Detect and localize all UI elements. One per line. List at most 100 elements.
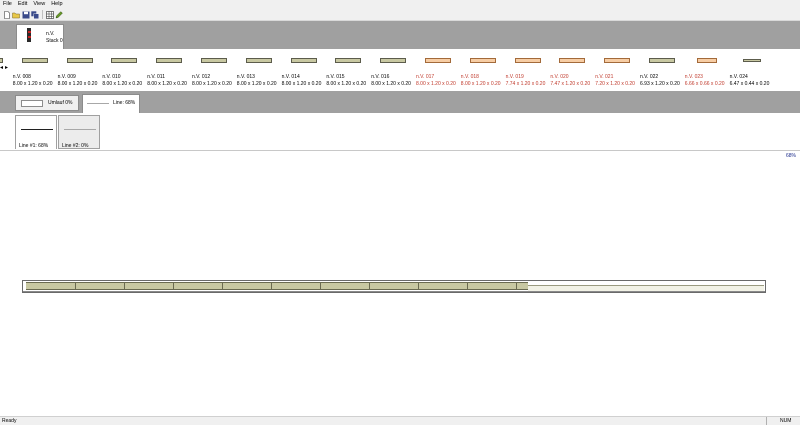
- rail-piece-divider: [271, 283, 272, 289]
- menu-help[interactable]: Help: [48, 0, 65, 9]
- part-thumbnail: [696, 58, 717, 63]
- part-item[interactable]: n.V. 009 8.00 x 1.20 x 0.20: [58, 49, 103, 91]
- part-name: n.V. 009: [57, 74, 76, 80]
- part-item[interactable]: n.V. 011 8.00 x 1.20 x 0.20: [147, 49, 192, 91]
- part-thumbnail: [649, 58, 675, 63]
- part-item[interactable]: n.V. 021 7.20 x 1.20 x 0.20: [595, 49, 640, 91]
- part-dimensions: 6.66 x 0.66 x 0.20: [684, 81, 725, 87]
- part-thumbnail: [425, 58, 451, 63]
- part-dimensions: 8.00 x 1.20 x 0.20: [460, 81, 501, 87]
- rail-piece-divider: [467, 283, 468, 289]
- part-dimensions: 8.00 x 1.20 x 0.20: [281, 81, 322, 87]
- part-item[interactable]: n.V. 012 8.00 x 1.20 x 0.20: [192, 49, 237, 91]
- part-thumbnail: [514, 58, 541, 63]
- line-rail[interactable]: [22, 280, 766, 293]
- rail-piece-divider: [75, 283, 76, 289]
- part-name: n.V. 013: [236, 74, 255, 80]
- part-dimensions: 7.47 x 1.20 x 0.20: [550, 81, 591, 87]
- part-item[interactable]: n.V. 023 6.66 x 0.66 x 0.20: [685, 49, 730, 91]
- part-name: n.V. 019: [505, 74, 524, 80]
- stack-bar: n.V. Stack 0: [0, 21, 800, 49]
- part-item[interactable]: n.V. 019 7.74 x 1.20 x 0.20: [506, 49, 551, 91]
- part-name: n.V. 008: [12, 74, 31, 80]
- part-thumbnail: [742, 59, 761, 62]
- layout-canvas[interactable]: 68%: [0, 151, 800, 416]
- part-name: n.V. 014: [281, 74, 300, 80]
- part-thumbnail: [66, 58, 93, 63]
- part-item[interactable]: n.V. 008 8.00 x 1.20 x 0.20: [13, 49, 58, 91]
- part-name: n.V. 011: [147, 74, 165, 80]
- menu-file[interactable]: File: [0, 0, 15, 9]
- new-file-icon[interactable]: [2, 10, 11, 19]
- rail-filled-pieces: [26, 282, 528, 290]
- part-dimensions: 8.00 x 1.20 x 0.20: [147, 81, 187, 87]
- part-thumbnail: [201, 58, 227, 63]
- part-item[interactable]: n.V. 024 6.47 x 0.44 x 0.20: [730, 49, 775, 91]
- rail-ruler: [23, 291, 765, 293]
- part-thumbnail: [335, 58, 362, 63]
- rail-piece-divider: [418, 283, 419, 289]
- line-card-2[interactable]: Line #2: 0%: [58, 115, 100, 149]
- line-tab-label: Line: 68%: [113, 100, 136, 106]
- part-name: n.V. 021: [595, 74, 614, 80]
- part-item[interactable]: n.V. 015 8.00 x 1.20 x 0.20: [326, 49, 371, 91]
- edit-pencil-icon[interactable]: [55, 10, 64, 19]
- part-item[interactable]: n.V. 020 7.47 x 1.20 x 0.20: [550, 49, 595, 91]
- part-item[interactable]: .20: [0, 49, 13, 91]
- part-name: n.V. 018: [460, 74, 479, 80]
- status-num-indicator: NUM: [766, 417, 798, 425]
- menu-bar: File Edit View Help: [0, 0, 800, 9]
- part-name: n.V. 023: [684, 74, 703, 80]
- part-thumbnail: [111, 58, 138, 63]
- part-item[interactable]: n.V. 014 8.00 x 1.20 x 0.20: [282, 49, 327, 91]
- part-dimensions: 8.00 x 1.20 x 0.20: [192, 81, 232, 87]
- menu-edit[interactable]: Edit: [15, 0, 30, 9]
- part-name: n.V. 020: [550, 74, 569, 80]
- save-icon[interactable]: [21, 10, 30, 19]
- umlauf-label: Umlauf 0%: [48, 100, 73, 106]
- part-name: n.V. 015: [326, 74, 345, 80]
- part-dimensions: 7.74 x 1.20 x 0.20: [505, 81, 546, 87]
- line-tab[interactable]: Line: 68%: [82, 94, 140, 113]
- part-item[interactable]: n.V. 017 8.00 x 1.20 x 0.20: [416, 49, 461, 91]
- save-all-icon[interactable]: [31, 10, 40, 19]
- rail-piece-divider: [222, 283, 223, 289]
- line-2-label: Line #2: 0%: [62, 143, 89, 149]
- rail-piece-divider: [516, 283, 517, 289]
- part-thumbnail: [380, 58, 407, 63]
- status-ready: Ready: [2, 418, 17, 424]
- open-folder-icon[interactable]: [12, 10, 21, 19]
- part-name: n.V. 012: [192, 74, 211, 80]
- grid-icon[interactable]: [45, 10, 54, 19]
- stack-title: n.V.: [46, 31, 55, 37]
- part-dimensions: 7.20 x 1.20 x 0.20: [595, 81, 635, 87]
- part-dimensions: 8.00 x 1.20 x 0.20: [102, 81, 143, 87]
- usage-percent: 68%: [785, 153, 796, 159]
- umlauf-tab[interactable]: Umlauf 0%: [15, 95, 79, 111]
- rail-piece-divider: [124, 283, 125, 289]
- part-item[interactable]: n.V. 010 8.00 x 1.20 x 0.20: [102, 49, 147, 91]
- line-1-stroke: [21, 129, 53, 130]
- part-dimensions: 8.00 x 1.20 x 0.20: [57, 81, 98, 87]
- status-bar: Ready NUM: [0, 416, 800, 425]
- part-thumbnail: [290, 58, 317, 63]
- part-dimensions: 8.00 x 1.20 x 0.20: [326, 81, 367, 87]
- part-thumbnail: [469, 58, 496, 63]
- part-dimensions: 6.93 x 1.20 x 0.20: [640, 81, 680, 87]
- part-thumbnail: [559, 58, 586, 63]
- line-stroke-icon: [87, 103, 109, 104]
- lines-panel: Line #1: 68% Line #2: 0%: [0, 113, 800, 151]
- part-item[interactable]: n.V. 016 8.00 x 1.20 x 0.20: [371, 49, 416, 91]
- stack-subtitle: Stack 0: [46, 38, 63, 44]
- part-item[interactable]: n.V. 018 8.00 x 1.20 x 0.20: [461, 49, 506, 91]
- part-dimensions: 8.00 x 1.20 x 0.20: [371, 81, 411, 87]
- line-1-label: Line #1: 68%: [19, 143, 49, 149]
- part-thumbnail: [0, 58, 3, 63]
- part-name: n.V. 016: [371, 74, 390, 80]
- part-item[interactable]: n.V. 013 8.00 x 1.20 x 0.20: [237, 49, 282, 91]
- part-item[interactable]: n.V. 022 6.93 x 1.20 x 0.20: [640, 49, 685, 91]
- line-card-1[interactable]: Line #1: 68%: [15, 115, 57, 149]
- stack-tab[interactable]: n.V. Stack 0: [16, 24, 64, 49]
- menu-view[interactable]: View: [30, 0, 48, 9]
- stack-thumbnail-icon: [27, 28, 31, 42]
